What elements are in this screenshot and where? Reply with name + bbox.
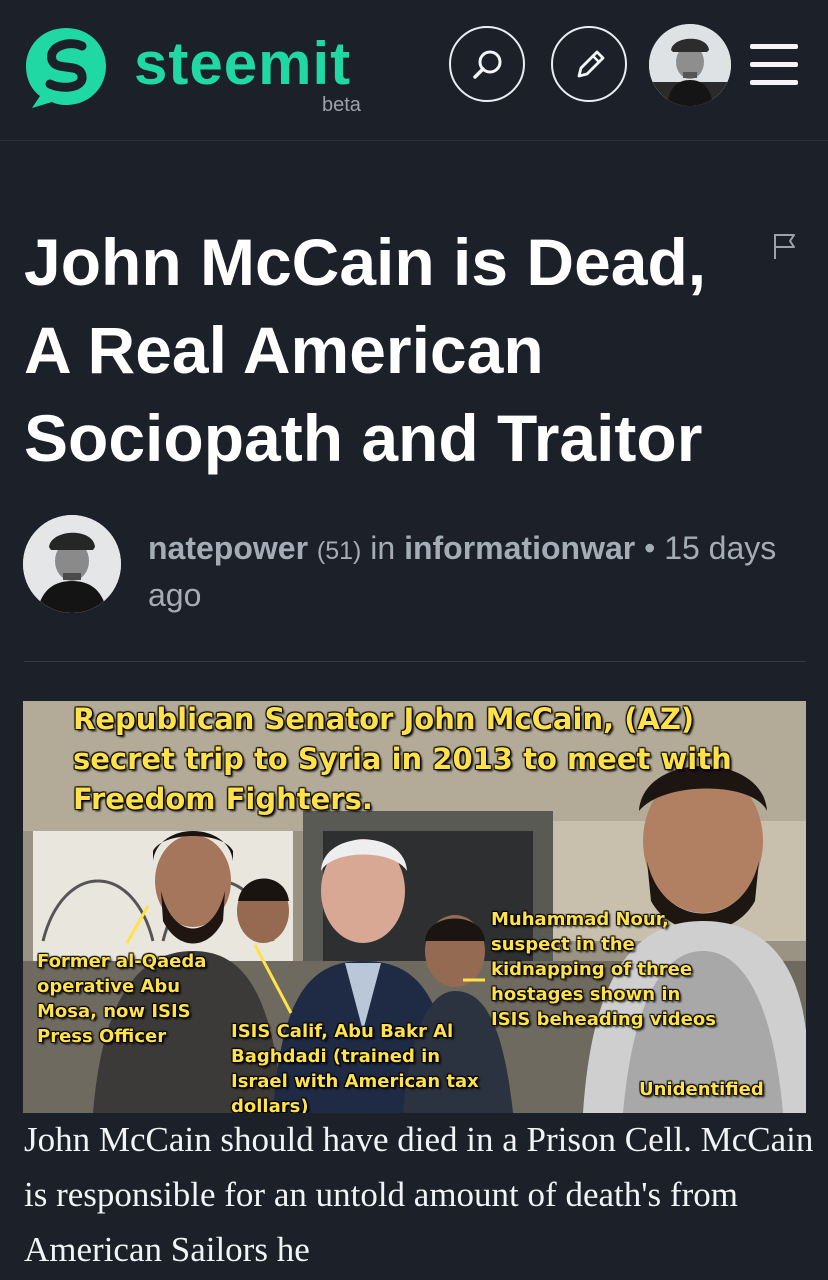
search-icon bbox=[473, 50, 502, 79]
author-reputation: (51) bbox=[316, 537, 362, 565]
image-label-unidentified: Unidentified bbox=[639, 1079, 764, 1100]
in-word: in bbox=[370, 530, 396, 566]
post-byline: natepower (51) in informationwar • 15 da… bbox=[148, 526, 788, 617]
community-link[interactable]: informationwar bbox=[404, 530, 635, 566]
image-label-muhammad-nour: Muhammad Nour, suspect in the kidnapping… bbox=[491, 909, 716, 1030]
steemit-logo-icon[interactable] bbox=[22, 24, 110, 110]
author-name-link[interactable]: natepower bbox=[148, 530, 308, 566]
pencil-icon bbox=[577, 50, 605, 78]
byline-separator: • bbox=[644, 530, 656, 566]
top-bar: steemit beta bbox=[0, 0, 828, 141]
post-image[interactable]: Republican Senator John McCain, (AZ) sec… bbox=[23, 701, 806, 1113]
post-body: John McCain should have died in a Prison… bbox=[24, 1120, 814, 1269]
write-post-button[interactable] bbox=[551, 26, 627, 102]
divider bbox=[24, 661, 806, 662]
search-button[interactable] bbox=[449, 26, 525, 102]
logo-wordmark[interactable]: steemit bbox=[134, 30, 351, 98]
image-label-baghdadi: ISIS Calif, Abu Bakr Al Baghdadi (traine… bbox=[231, 1021, 479, 1113]
flag-icon[interactable] bbox=[772, 232, 798, 265]
avatar[interactable] bbox=[649, 24, 731, 106]
author-avatar[interactable] bbox=[23, 515, 121, 613]
image-label-abu-mosa: Former al-Qaeda operative Abu Mosa, now … bbox=[37, 951, 207, 1047]
beta-badge: beta bbox=[322, 94, 361, 116]
post-title: John McCain is Dead, A Real American Soc… bbox=[24, 225, 707, 475]
image-headline: Republican Senator John McCain, (AZ) sec… bbox=[73, 702, 732, 816]
hamburger-menu-icon[interactable] bbox=[750, 44, 798, 86]
